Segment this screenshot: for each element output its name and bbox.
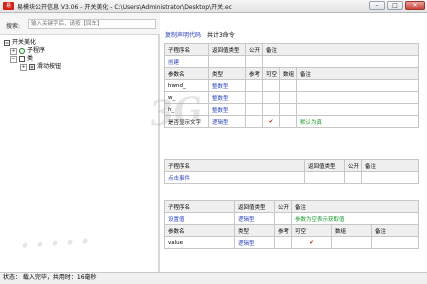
col-header: 备注: [361, 159, 419, 172]
search-input[interactable]: [28, 19, 156, 29]
expand-icon[interactable]: +: [10, 47, 17, 55]
module-icon: [4, 40, 10, 46]
subprogram-note: 参数为空表示获取值: [290, 212, 420, 225]
table-row: 创建: [164, 55, 420, 68]
col-header: 参考: [274, 224, 292, 237]
window-title: 易模块公开信息 V3.06 - 开关美化 - C:\Users\Administ…: [17, 4, 232, 11]
tree-item-label: 子程序: [27, 47, 46, 54]
col-header: 备注: [290, 200, 420, 213]
param-name: value: [164, 236, 235, 249]
param-header-row: 参数名 类型 参考 可空 数组 备注: [164, 67, 420, 80]
subprogram-name[interactable]: 设置值: [164, 212, 235, 225]
tree-item-slide-button[interactable]: + 滑动按钮: [20, 63, 61, 71]
expand-icon[interactable]: +: [20, 63, 27, 71]
col-header: 返回值类型: [304, 159, 345, 172]
app-icon: 易: [3, 2, 14, 10]
col-header: 子程序名: [164, 159, 305, 172]
table-row: 设置值 逻辑型 参数为空表示获取值: [164, 212, 420, 225]
col-header: 返回值类型: [208, 43, 246, 56]
table-row: 点击事件: [164, 171, 419, 184]
param-name: hwnd_: [164, 79, 209, 92]
col-header: 可空: [262, 67, 280, 80]
col-header: 备注: [261, 43, 420, 56]
col-header: 备注: [295, 67, 420, 80]
subprogram-icon: [19, 48, 25, 54]
subprogram-table-click-event: 子程序名 返回值类型 公开 备注 点击事件: [164, 159, 419, 184]
param-note: 默认为真: [295, 115, 420, 128]
class-item-icon: [29, 64, 35, 70]
minimize-button[interactable]: –: [369, 1, 385, 10]
status-text: 状态： 载入完毕，共用时：16毫秒: [3, 274, 97, 281]
detail-pane: 复制声明代码 共计3命令 子程序名 返回值类型 公开 备注 创建 参数名 类型 …: [162, 13, 427, 272]
window-controls: – □ ✕: [367, 1, 425, 10]
param-type[interactable]: 逻辑型: [208, 115, 246, 128]
class-icon: [19, 56, 25, 62]
col-header: 可空: [291, 224, 332, 237]
table-row: 是否显示文字 逻辑型 ✔ 默认为真: [164, 115, 420, 128]
tree-item-class[interactable]: − 类: [10, 55, 33, 63]
detail-toolbar: 复制声明代码 共计3命令: [165, 30, 235, 39]
close-button[interactable]: ✕: [405, 1, 425, 10]
col-header: 数组: [279, 67, 297, 80]
nullable-check: ✔: [291, 236, 332, 249]
col-header: 类型: [208, 67, 246, 80]
col-header: 子程序名: [164, 43, 209, 56]
subprogram-name[interactable]: 创建: [164, 55, 209, 68]
collapse-icon[interactable]: −: [10, 55, 17, 63]
param-type[interactable]: 整数型: [208, 91, 246, 104]
param-type[interactable]: 整数型: [208, 103, 246, 116]
col-header: 备注: [370, 224, 420, 237]
col-header: 公开: [344, 159, 362, 172]
table-row: h_ 整数型: [164, 103, 420, 116]
subprogram-name[interactable]: 点击事件: [164, 171, 305, 184]
col-header: 返回值类型: [234, 200, 275, 213]
col-header: 公开: [245, 43, 263, 56]
command-count: 共计3命令: [206, 32, 235, 39]
copy-declaration-link[interactable]: 复制声明代码: [165, 32, 201, 39]
param-name: h_: [164, 103, 209, 116]
param-type[interactable]: 整数型: [208, 79, 246, 92]
nullable-check: ✔: [262, 115, 280, 128]
col-header: 参考: [245, 67, 263, 80]
table-header-row: 子程序名 返回值类型 公开 备注: [164, 159, 419, 172]
tree-item-subprogram[interactable]: + 子程序: [10, 47, 45, 55]
col-header: 公开: [274, 200, 292, 213]
param-name: w_: [164, 91, 209, 104]
subprogram-table-create: 子程序名 返回值类型 公开 备注 创建 参数名 类型 参考 可空 数组 备注 h…: [164, 43, 420, 128]
return-type[interactable]: 逻辑型: [234, 212, 275, 225]
tree-root-label: 开关美化: [12, 39, 37, 46]
table-row: w_ 整数型: [164, 91, 420, 104]
tree-item-label: 类: [27, 55, 34, 62]
col-header: 子程序名: [164, 200, 235, 213]
param-type[interactable]: 逻辑型: [234, 236, 275, 249]
search-label: 搜索:: [6, 23, 21, 30]
col-header: 参数名: [164, 224, 235, 237]
param-name: 是否显示文字: [164, 115, 209, 128]
maximize-button[interactable]: □: [387, 1, 403, 10]
table-header-row: 子程序名 返回值类型 公开 备注: [164, 43, 420, 56]
status-bar: 状态： 载入完毕，共用时：16毫秒: [0, 272, 427, 284]
col-header: 参数名: [164, 67, 209, 80]
col-header: 类型: [234, 224, 275, 237]
table-row: hwnd_ 整数型: [164, 79, 420, 92]
title-bar: 易 易模块公开信息 V3.06 - 开关美化 - C:\Users\Admini…: [0, 0, 427, 13]
subprogram-table-set-value: 子程序名 返回值类型 公开 备注 设置值 逻辑型 参数为空表示获取值 参数名 类…: [164, 200, 420, 249]
table-row: value 逻辑型 ✔: [164, 236, 420, 249]
search-bar: 搜索:: [0, 13, 160, 35]
tree-item-label: 滑动按钮: [37, 63, 62, 70]
table-header-row: 子程序名 返回值类型 公开 备注: [164, 200, 420, 213]
param-header-row: 参数名 类型 参考 可空 数组 备注: [164, 224, 420, 237]
col-header: 数组: [331, 224, 372, 237]
module-tree: 开关美化 + 子程序 − 类 + 滑动按钮: [0, 35, 160, 272]
tree-root[interactable]: 开关美化: [4, 39, 36, 47]
